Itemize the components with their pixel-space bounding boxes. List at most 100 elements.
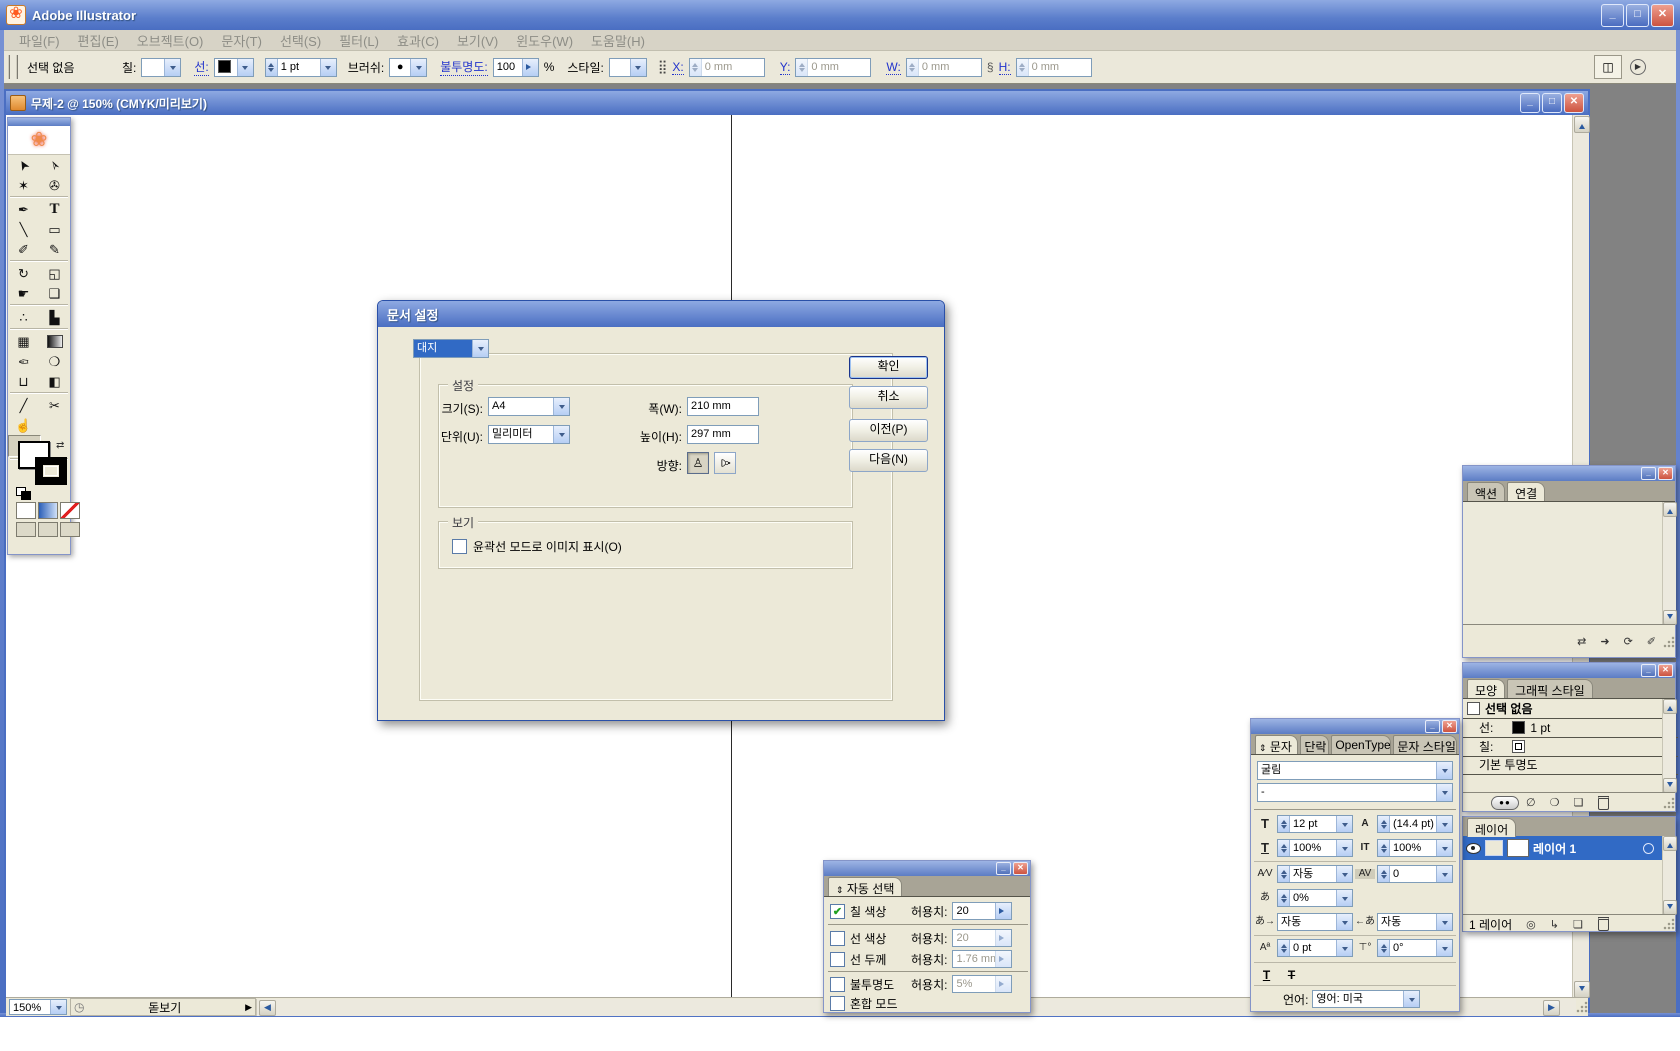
chevron-down-icon[interactable] xyxy=(1336,940,1352,956)
scroll-down-icon[interactable] xyxy=(1663,778,1677,793)
prev-button[interactable]: 이전(P) xyxy=(849,419,928,442)
menu-effect[interactable]: 효과(C) xyxy=(388,31,448,50)
chevron-down-icon[interactable] xyxy=(164,59,180,76)
character-rotation-combo[interactable]: 0° xyxy=(1377,939,1453,957)
width-field[interactable]: 210 mm xyxy=(687,397,759,416)
x-field[interactable]: 0 mm xyxy=(689,58,765,77)
opacity-checkbox[interactable] xyxy=(830,977,845,992)
weight-tolerance-field[interactable]: 1.76 mm xyxy=(952,950,1012,968)
chevron-down-icon[interactable] xyxy=(553,398,569,415)
appearance-scrollbar[interactable] xyxy=(1662,699,1676,792)
scroll-down-icon[interactable] xyxy=(1663,900,1677,915)
gradient-mode-button[interactable] xyxy=(38,502,58,519)
control-bar-grip[interactable] xyxy=(8,55,18,79)
status-menu-arrow-icon[interactable]: ▶ xyxy=(245,1002,252,1013)
scissors-tool[interactable]: ✂ xyxy=(39,395,70,415)
chevron-down-icon[interactable] xyxy=(1436,840,1452,856)
selection-tool[interactable]: ➤ xyxy=(8,155,39,175)
appearance-row-stroke[interactable]: 선: 1 pt xyxy=(1463,718,1678,738)
chevron-down-icon[interactable] xyxy=(630,59,646,76)
chevron-down-icon[interactable] xyxy=(1436,762,1452,779)
tab-actions[interactable]: 액션 xyxy=(1467,482,1505,501)
menu-object[interactable]: 오브젝트(O) xyxy=(128,31,213,50)
panel-minimize-icon[interactable]: _ xyxy=(1641,664,1656,677)
color-mode-button[interactable] xyxy=(16,502,36,519)
link-icon[interactable]: § xyxy=(987,60,994,74)
tab-graphic-styles[interactable]: 그래픽 스타일 xyxy=(1507,679,1593,698)
relink-icon[interactable]: ⇄ xyxy=(1577,635,1586,648)
stroke-color-swatch[interactable] xyxy=(35,457,67,485)
font-style-combo[interactable]: - xyxy=(1257,783,1453,802)
clear-appearance-icon[interactable]: ∅ xyxy=(1526,796,1536,809)
chevron-down-icon[interactable] xyxy=(1436,914,1452,930)
appearance-row-transparency[interactable]: 기본 투명도 xyxy=(1463,755,1678,775)
menu-filter[interactable]: 필터(L) xyxy=(330,31,388,50)
scroll-up-icon[interactable] xyxy=(1663,836,1677,851)
menu-edit[interactable]: 편집(E) xyxy=(69,31,128,50)
scroll-down-icon[interactable] xyxy=(1574,981,1590,998)
close-icon[interactable]: ✕ xyxy=(1651,4,1674,27)
delete-item-icon[interactable] xyxy=(1598,796,1609,810)
maximize-icon[interactable]: □ xyxy=(1626,4,1649,27)
type-tool[interactable]: T xyxy=(39,199,70,219)
blend-tool[interactable]: ❍ xyxy=(39,351,70,371)
links-scrollbar[interactable] xyxy=(1662,502,1676,624)
chevron-down-icon[interactable] xyxy=(1436,816,1452,832)
fill-color-checkbox[interactable]: ✔ xyxy=(830,904,845,919)
chevron-down-icon[interactable] xyxy=(1336,914,1352,930)
character-title-bar[interactable]: _ ✕ xyxy=(1251,719,1459,734)
scroll-down-icon[interactable] xyxy=(1663,610,1677,625)
doc-minimize-icon[interactable]: _ xyxy=(1520,93,1540,113)
direct-selection-tool[interactable]: ➢ xyxy=(39,155,70,175)
graph-button[interactable]: ◫ xyxy=(1594,55,1622,79)
knife-tool[interactable]: ╱ xyxy=(8,395,39,415)
font-family-combo[interactable]: 굴림 xyxy=(1257,761,1453,780)
rectangle-tool[interactable]: ▭ xyxy=(39,219,70,239)
warp-tool[interactable]: ☛ xyxy=(8,283,39,303)
update-link-icon[interactable]: ⟳ xyxy=(1624,635,1633,648)
scroll-left-icon[interactable]: ◀ xyxy=(259,1000,276,1016)
arrow-right-icon[interactable] xyxy=(522,59,538,76)
chevron-down-icon[interactable] xyxy=(1436,866,1452,882)
chevron-down-icon[interactable] xyxy=(1403,991,1419,1007)
font-size-combo[interactable]: 12 pt xyxy=(1277,815,1353,833)
hand-tool[interactable]: ☝ xyxy=(8,415,39,435)
appearance-title-bar[interactable]: _ ✕ xyxy=(1463,663,1675,678)
chevron-down-icon[interactable] xyxy=(472,340,488,357)
opacity-field[interactable]: 100 xyxy=(493,58,539,77)
stepper-icon[interactable] xyxy=(1378,940,1390,956)
fill-tolerance-field[interactable]: 20 xyxy=(952,902,1012,920)
panel-minimize-icon[interactable]: _ xyxy=(1425,720,1440,733)
stepper-icon[interactable] xyxy=(1278,816,1290,832)
left-spacing-combo[interactable]: 자동 xyxy=(1277,913,1353,931)
tab-character[interactable]: ⇕ 문자 xyxy=(1255,735,1298,754)
fill-swatch-combo[interactable] xyxy=(141,58,181,77)
tab-links[interactable]: 연결 xyxy=(1507,482,1545,501)
tab-opentype[interactable]: OpenType xyxy=(1331,735,1391,754)
tab-layers[interactable]: 레이어 xyxy=(1467,818,1516,837)
none-mode-button[interactable] xyxy=(60,502,80,519)
stepper-icon[interactable] xyxy=(1278,940,1290,956)
layer-row[interactable]: 레이어 1 xyxy=(1463,836,1662,860)
paintbrush-tool[interactable]: ✐ xyxy=(8,239,39,259)
style-combo[interactable] xyxy=(609,58,647,77)
live-paint-selection-tool[interactable]: ◧ xyxy=(39,371,70,391)
panel-minimize-icon[interactable]: _ xyxy=(1641,467,1656,480)
panel-resize-grip[interactable] xyxy=(1663,797,1675,809)
chevron-down-icon[interactable] xyxy=(1336,890,1352,906)
stroke-color-checkbox[interactable] xyxy=(830,931,845,946)
lasso-tool[interactable]: ✇ xyxy=(39,175,70,195)
lock-toggle[interactable] xyxy=(1485,840,1503,856)
delete-layer-icon[interactable] xyxy=(1598,917,1609,931)
ok-button[interactable]: 확인 xyxy=(849,356,928,379)
symbol-sprayer-tool[interactable]: ∴ xyxy=(8,307,39,327)
tab-character-styles[interactable]: 문자 스타일 xyxy=(1393,735,1457,754)
document-title-bar[interactable]: 무제-2 @ 150% (CMYK/미리보기) _ □ ✕ xyxy=(6,91,1588,115)
h-field[interactable]: 0 mm xyxy=(1016,58,1092,77)
orientation-portrait-button[interactable]: ♙ xyxy=(687,452,709,474)
chevron-down-icon[interactable] xyxy=(1436,940,1452,956)
stepper-icon[interactable] xyxy=(1378,840,1390,856)
stepper-icon[interactable] xyxy=(1278,840,1290,856)
fullscreen-menu-mode-button[interactable] xyxy=(38,522,58,537)
panel-minimize-icon[interactable]: _ xyxy=(996,862,1011,875)
